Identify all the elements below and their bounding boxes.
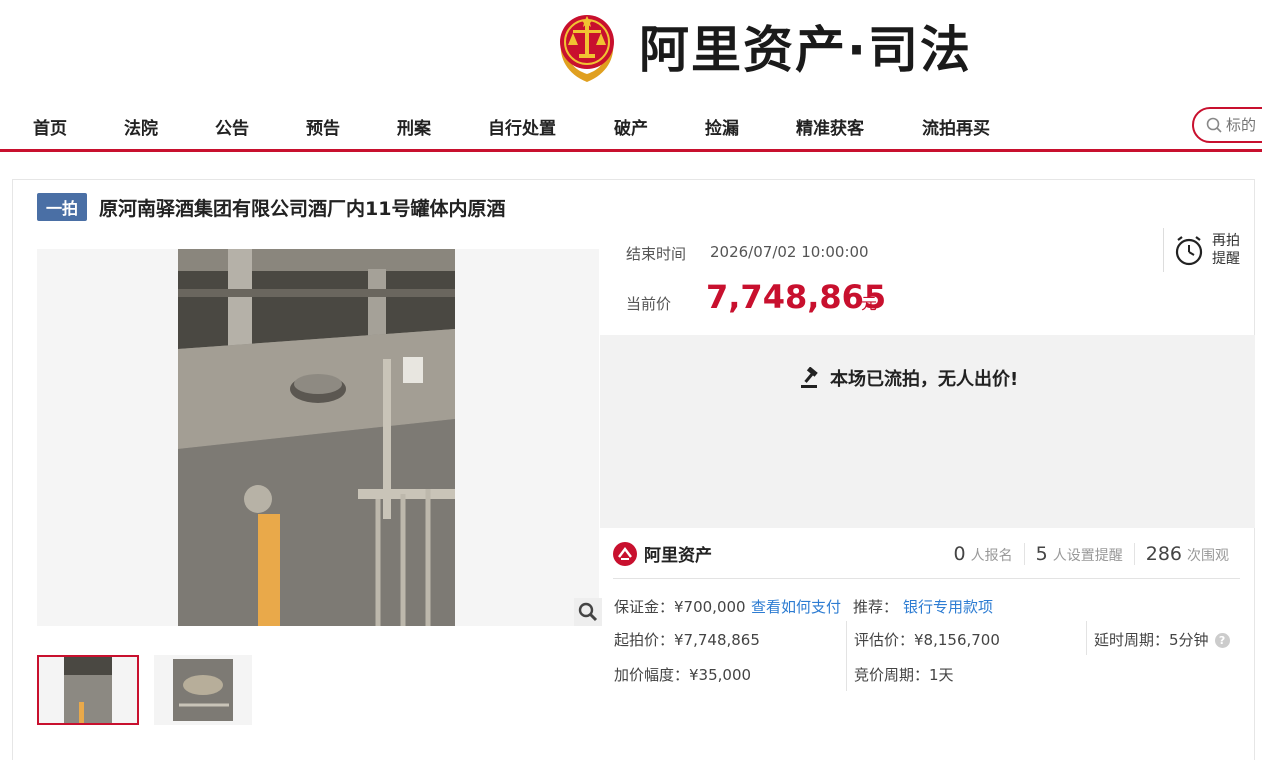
auction-status: 本场已流拍，无人出价! <box>800 365 1018 391</box>
bank-account-link[interactable]: 银行专用款项 <box>903 596 993 617</box>
signups-label: 人报名 <box>970 548 1013 564</box>
nav-item-court[interactable]: 法院 <box>124 114 158 139</box>
stat-signups: 0 人报名 <box>943 543 1024 565</box>
stat-reminders: 5 人设置提醒 <box>1023 543 1134 565</box>
bid-period: 竞价周期：1天 <box>854 666 954 684</box>
auction-round-badge: 一拍 <box>37 193 88 221</box>
column-divider <box>1086 621 1087 655</box>
remind-label: 再拍 提醒 <box>1212 232 1240 268</box>
recommend-label: 推荐： <box>853 598 899 616</box>
court-emblem-icon <box>553 8 621 84</box>
start-price: 起拍价：¥7,748,865 <box>614 631 760 649</box>
nav-item-bankruptcy[interactable]: 破产 <box>614 114 648 139</box>
platform-stats-row: 阿里资产 0 人报名 5 人设置提醒 286 次围观 <box>613 541 1240 579</box>
main-image-area <box>37 249 599 626</box>
thumbnail-1[interactable] <box>37 655 139 725</box>
column-divider <box>846 621 847 691</box>
end-time-value: 2026/07/02 10:00:00 <box>710 243 869 261</box>
search-input[interactable] <box>1226 116 1262 134</box>
nav-item-home[interactable]: 首页 <box>33 114 67 139</box>
bid-increment: 加价幅度：¥35,000 <box>614 666 752 684</box>
stat-views: 286 次围观 <box>1133 543 1240 565</box>
main-nav: 首页 法院 公告 预告 刑案 自行处置 破产 捡漏 精准获客 流拍再买 <box>0 100 1262 152</box>
brand-title: 阿里资产·司法 <box>639 21 972 79</box>
auction-panel: 一拍 原河南驿酒集团有限公司酒厂内11号罐体内原酒 结束时间 2026/07/0… <box>12 179 1255 760</box>
main-photo[interactable] <box>178 249 455 626</box>
current-price-label: 当前价 <box>626 295 672 313</box>
reminders-label: 人设置提醒 <box>1052 548 1123 564</box>
delay-period-text: 延时周期：5分钟 <box>1094 631 1209 649</box>
views-count: 286 <box>1145 543 1182 565</box>
search-box[interactable] <box>1192 107 1262 143</box>
nav-item-self-disposal[interactable]: 自行处置 <box>488 114 556 139</box>
deposit: 保证金：¥700,000 <box>614 598 746 616</box>
help-icon[interactable]: ? <box>1214 633 1230 648</box>
nav-item-notice[interactable]: 公告 <box>215 114 249 139</box>
brand-logo[interactable]: 阿里资产·司法 <box>553 6 972 86</box>
nav-item-customer[interactable]: 精准获客 <box>796 114 864 139</box>
reminders-count: 5 <box>1035 543 1048 565</box>
ali-assets-icon <box>613 541 637 566</box>
thumbnail-2[interactable] <box>154 655 252 725</box>
title-row: 一拍 原河南驿酒集团有限公司酒厂内11号罐体内原酒 <box>37 193 506 221</box>
auction-status-text: 本场已流拍，无人出价! <box>830 369 1019 390</box>
re-auction-remind-button[interactable]: 再拍 提醒 <box>1163 228 1255 272</box>
nav-item-rebuy[interactable]: 流拍再买 <box>922 114 990 139</box>
platform-name: 阿里资产 <box>644 546 712 566</box>
auction-stats: 0 人报名 5 人设置提醒 286 次围观 <box>943 543 1240 565</box>
magnifier-icon <box>578 602 598 622</box>
nav-item-preview[interactable]: 预告 <box>306 114 340 139</box>
delay-period: 延时周期：5分钟? <box>1094 629 1230 650</box>
gavel-icon <box>801 367 818 388</box>
views-label: 次围观 <box>1187 548 1229 564</box>
remind-label-line-2: 提醒 <box>1212 251 1240 267</box>
search-icon <box>1206 117 1222 133</box>
auction-title: 原河南驿酒集团有限公司酒厂内11号罐体内原酒 <box>99 197 506 220</box>
remind-label-line-1: 再拍 <box>1212 233 1240 249</box>
nav-item-criminal[interactable]: 刑案 <box>397 114 431 139</box>
signups-count: 0 <box>953 543 966 565</box>
end-time-label: 结束时间 <box>626 245 687 263</box>
auction-status-box: 本场已流拍，无人出价! <box>600 335 1255 528</box>
nav-item-bargain[interactable]: 捡漏 <box>705 114 739 139</box>
appraisal-price: 评估价：¥8,156,700 <box>854 631 1000 649</box>
current-price-value: 7,748,865 <box>706 278 887 316</box>
ali-assets-logo: 阿里资产 <box>613 541 712 566</box>
price-unit: 元 <box>861 294 878 313</box>
alarm-clock-icon <box>1175 236 1203 266</box>
how-to-pay-link[interactable]: 查看如何支付 <box>751 596 841 617</box>
zoom-button[interactable] <box>574 598 602 626</box>
